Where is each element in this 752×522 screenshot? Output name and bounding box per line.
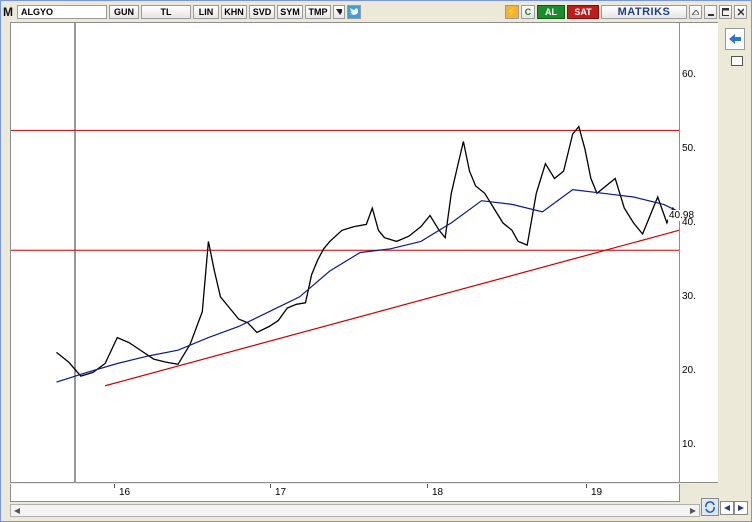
sym-button[interactable]: SYM — [277, 5, 303, 19]
symbol-label: ALGYO — [21, 7, 54, 17]
y-tick-label: 40. — [682, 216, 696, 228]
nav-left-icon[interactable] — [720, 501, 734, 515]
panel-toggle-icon[interactable] — [731, 56, 743, 66]
khn-button[interactable]: KHN — [221, 5, 247, 19]
svd-button[interactable]: SVD — [249, 5, 275, 19]
x-tick — [586, 484, 587, 488]
symbol-field[interactable]: ALGYO — [17, 5, 107, 19]
y-axis: 40.98 10. 20. 30. 40. 50. 60. — [668, 22, 718, 483]
maximize-icon[interactable] — [719, 5, 732, 19]
horizontal-scrollbar[interactable] — [10, 504, 700, 517]
trend-line[interactable] — [104, 229, 680, 387]
x-axis: 16 17 18 19 — [10, 484, 680, 502]
currency-button[interactable]: TL — [141, 5, 191, 19]
scroll-left-icon[interactable] — [11, 505, 23, 516]
collapse-icon[interactable] — [689, 5, 702, 19]
y-tick-label: 20. — [682, 364, 696, 376]
y-tick-label: 50. — [682, 142, 696, 154]
x-tick-label: 16 — [119, 487, 131, 498]
refresh-icon[interactable] — [701, 498, 719, 516]
chart-window: M ALGYO GUN TL LIN KHN SVD SYM TMP ⚡ C A… — [0, 0, 752, 522]
scale-button[interactable]: LIN — [193, 5, 219, 19]
scroll-right-icon[interactable] — [687, 505, 699, 516]
right-panel — [719, 22, 751, 483]
lightning-icon[interactable]: ⚡ — [505, 5, 519, 19]
x-tick — [427, 484, 428, 488]
y-tick-label: 30. — [682, 290, 696, 302]
tmp-button[interactable]: TMP — [305, 5, 331, 19]
x-tick — [114, 484, 115, 488]
sell-button[interactable]: SAT — [567, 5, 599, 19]
y-tick-label: 60. — [682, 68, 696, 80]
close-icon[interactable] — [734, 5, 747, 19]
x-tick-label: 19 — [591, 487, 603, 498]
period-button[interactable]: GUN — [109, 5, 139, 19]
minimize-icon[interactable] — [704, 5, 717, 19]
app-logo: M — [3, 5, 13, 19]
dropdown-icon[interactable] — [333, 5, 345, 19]
twitter-icon[interactable] — [347, 5, 361, 19]
toolbar: M ALGYO GUN TL LIN KHN SVD SYM TMP ⚡ C A… — [3, 3, 749, 21]
y-tick-label: 10. — [682, 438, 696, 450]
x-tick-label: 18 — [432, 487, 444, 498]
buy-button[interactable]: AL — [537, 5, 565, 19]
brand-label: MATRIKS — [601, 5, 687, 19]
x-tick — [270, 484, 271, 488]
back-arrow-icon[interactable] — [725, 28, 745, 50]
x-tick-label: 17 — [275, 487, 287, 498]
c-button[interactable]: C — [521, 5, 535, 19]
chart-plot[interactable] — [11, 23, 680, 482]
nav-right-icon[interactable] — [734, 501, 748, 515]
price-chart[interactable] — [10, 22, 680, 483]
moving-average-line — [56, 188, 680, 383]
